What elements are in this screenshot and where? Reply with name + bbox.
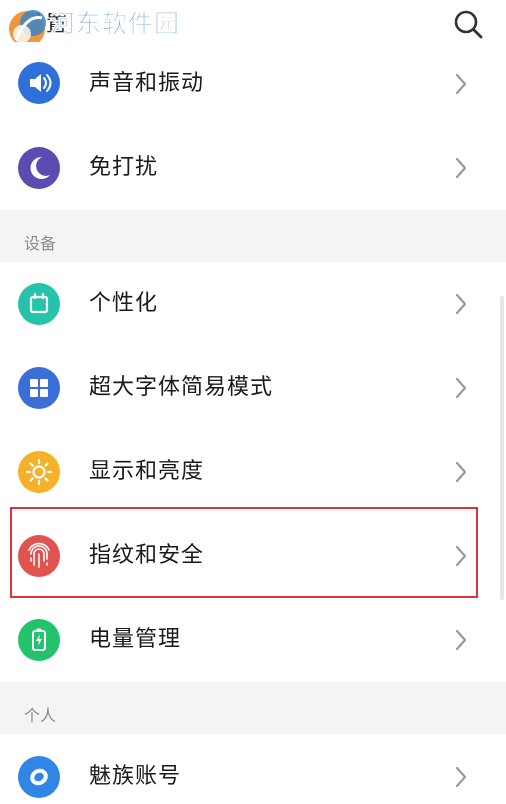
chevron-right-icon — [455, 545, 467, 567]
chevron-right-icon — [455, 73, 467, 95]
settings-item-label: 电量管理 — [89, 627, 182, 652]
scrollbar[interactable] — [500, 296, 504, 600]
section-header-personal: 个人 — [0, 682, 506, 734]
section-label: 设备 — [24, 234, 57, 253]
settings-item-label: 免打扰 — [89, 155, 159, 180]
sun-icon — [18, 451, 60, 493]
settings-item-personalization[interactable]: 个性化 — [0, 262, 506, 346]
settings-item-battery[interactable]: 电量管理 — [0, 598, 506, 682]
settings-item-meizu-account[interactable]: 魅族账号 — [0, 734, 506, 804]
section-label: 个人 — [24, 706, 57, 725]
moon-icon — [18, 147, 60, 189]
chevron-right-icon — [455, 461, 467, 483]
settings-item-label: 显示和亮度 — [89, 459, 205, 484]
chevron-right-icon — [455, 629, 467, 651]
fingerprint-icon — [18, 535, 60, 577]
settings-item-label: 魅族账号 — [89, 764, 182, 789]
page-title: 设置 — [22, 12, 71, 37]
account-icon — [18, 756, 60, 798]
chevron-right-icon — [455, 766, 467, 788]
chevron-right-icon — [455, 377, 467, 399]
grid-icon — [18, 367, 60, 409]
settings-item-fingerprint-security[interactable]: 指纹和安全 — [0, 514, 506, 598]
section-header-device: 设备 — [0, 210, 506, 262]
speaker-icon — [18, 62, 60, 104]
settings-item-do-not-disturb[interactable]: 免打扰 — [0, 126, 506, 210]
settings-item-label: 个性化 — [89, 291, 159, 316]
chevron-right-icon — [455, 157, 467, 179]
search-icon — [454, 10, 483, 39]
settings-item-label: 指纹和安全 — [89, 543, 205, 568]
battery-icon — [18, 619, 60, 661]
theme-icon — [18, 283, 60, 325]
settings-item-simple-mode[interactable]: 超大字体简易模式 — [0, 346, 506, 430]
settings-item-sound[interactable]: 声音和振动 — [0, 42, 506, 126]
settings-item-display[interactable]: 显示和亮度 — [0, 430, 506, 514]
settings-item-label: 超大字体简易模式 — [89, 375, 274, 400]
search-button[interactable] — [450, 6, 486, 42]
settings-item-label: 声音和振动 — [89, 71, 205, 96]
chevron-right-icon — [455, 293, 467, 315]
settings-screen: 设置 河东软件园 www.pc0359.cn 声音和振动 — [0, 0, 506, 804]
